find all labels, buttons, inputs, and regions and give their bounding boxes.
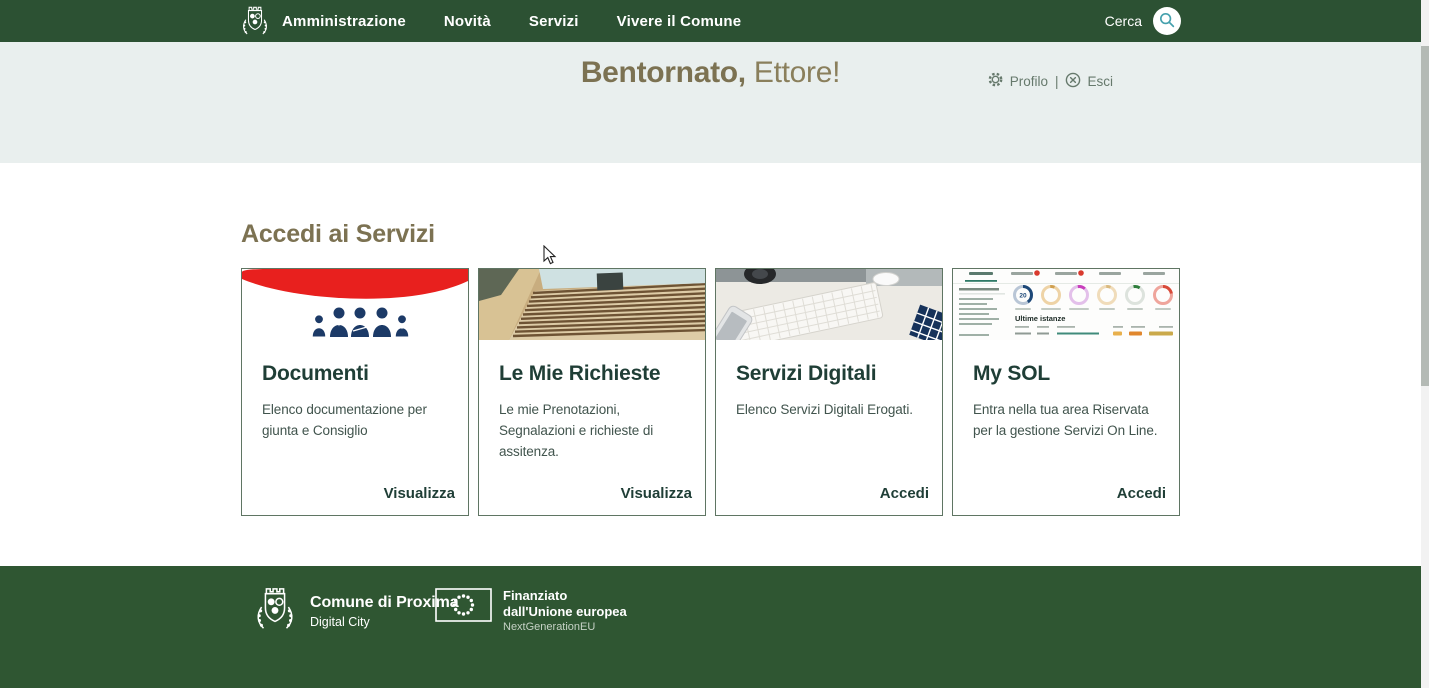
search-icon [1157, 10, 1177, 33]
page: Amministrazione Novità Servizi Vivere il… [0, 0, 1421, 688]
nav-item-vivere-il-comune[interactable]: Vivere il Comune [617, 13, 742, 30]
header: Amministrazione Novità Servizi Vivere il… [0, 0, 1421, 42]
card-title: My SOL [973, 362, 1159, 386]
municipality-crest-icon[interactable] [240, 4, 270, 38]
greeting-name: Ettore! [754, 56, 840, 89]
service-cards: Documenti Elenco documentazione per giun… [241, 268, 1180, 516]
card-le-mie-richieste[interactable]: Le Mie Richieste Le mie Prenotazioni, Se… [478, 268, 706, 516]
card-servizi-digitali[interactable]: Servizi Digitali Elenco Servizi Digitali… [715, 268, 943, 516]
card-title: Servizi Digitali [736, 362, 922, 386]
separator: | [1055, 74, 1059, 89]
card-description: Elenco Servizi Digitali Erogati. [736, 399, 924, 420]
card-description: Entra nella tua area Riservata per la ge… [973, 399, 1161, 441]
eu-flag-icon [435, 588, 492, 627]
eu-funding-line1: Finanziato [503, 588, 627, 604]
welcome-band: Bentornato, Ettore! Profilo | Esc [0, 42, 1421, 163]
services-heading: Accedi ai Servizi [241, 220, 435, 249]
search-label[interactable]: Cerca [1105, 13, 1142, 29]
nav-item-servizi[interactable]: Servizi [529, 13, 579, 30]
card-title: Documenti [262, 362, 448, 386]
documenti-illustration [242, 269, 468, 340]
richieste-photo [479, 269, 705, 340]
card-description: Le mie Prenotazioni, Segnalazioni e rich… [499, 399, 687, 462]
logout-link[interactable]: Esci [1065, 72, 1113, 91]
servizi-digitali-action-link[interactable]: Accedi [880, 485, 929, 502]
eu-funding-line2: dall'Unione europea [503, 604, 627, 620]
nav-item-novita[interactable]: Novità [444, 13, 491, 30]
logout-circle-x-icon [1065, 72, 1081, 91]
documenti-action-link[interactable]: Visualizza [384, 485, 455, 502]
servizi-digitali-photo [716, 269, 942, 340]
card-title: Le Mie Richieste [499, 362, 685, 386]
footer-crest-icon [253, 586, 297, 637]
main-navigation: Amministrazione Novità Servizi Vivere il… [282, 13, 741, 30]
gear-icon [987, 71, 1004, 91]
richieste-action-link[interactable]: Visualizza [621, 485, 692, 502]
mysol-action-link[interactable]: Accedi [1117, 485, 1166, 502]
greeting-bold: Bentornato, [581, 56, 746, 89]
welcome-title: Bentornato, Ettore! [0, 56, 1421, 90]
profile-actions: Profilo | Esci [987, 71, 1113, 91]
footer: Comune di Proxima Digital City Finanziat… [0, 566, 1421, 688]
scrollbar-thumb[interactable] [1421, 46, 1429, 386]
card-documenti[interactable]: Documenti Elenco documentazione per giun… [241, 268, 469, 516]
mysol-dashboard-preview: 20 Ultime istanze [953, 269, 1179, 340]
card-my-sol[interactable]: 20 Ultime istanze [952, 268, 1180, 516]
search-button[interactable] [1153, 7, 1181, 35]
eu-funding-line3: NextGenerationEU [503, 621, 627, 633]
nav-item-amministrazione[interactable]: Amministrazione [282, 13, 406, 30]
card-description: Elenco documentazione per giunta e Consi… [262, 399, 450, 441]
mysol-preview-heading: Ultime istanze [1015, 314, 1065, 323]
mysol-donut-value: 20 [1019, 293, 1027, 300]
profile-link[interactable]: Profilo [987, 71, 1048, 91]
mouse-cursor [543, 245, 557, 270]
